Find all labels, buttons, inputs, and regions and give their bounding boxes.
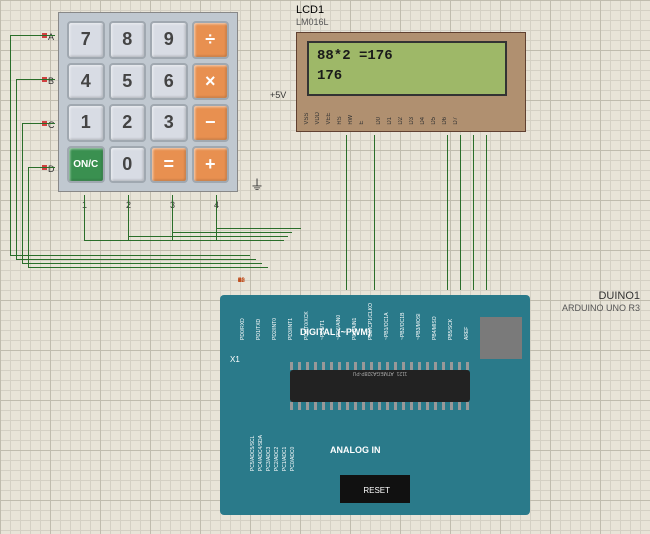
wire (447, 135, 448, 290)
plus5v-label: +5V (270, 90, 286, 100)
wire (172, 232, 292, 233)
key-8[interactable]: 8 (109, 21, 147, 59)
wire (28, 167, 29, 267)
wire (22, 123, 55, 124)
crystal-label: X1 (230, 355, 240, 364)
wire (16, 79, 17, 259)
keypad-row-c: C (48, 120, 55, 130)
wire (10, 35, 55, 36)
wire (486, 135, 487, 290)
reset-label: RESET (363, 486, 390, 495)
key-multiply[interactable]: × (192, 63, 230, 101)
wire (473, 135, 474, 290)
wire (172, 195, 173, 240)
key-5[interactable]: 5 (109, 63, 147, 101)
key-plus[interactable]: + (192, 146, 230, 184)
key-equals[interactable]: = (150, 146, 188, 184)
wire (10, 35, 11, 255)
key-on-clear[interactable]: ON/C (67, 146, 105, 184)
wire (84, 195, 85, 240)
wire (460, 135, 461, 290)
arduino-ref: DUINO1 (598, 290, 640, 302)
wire (216, 195, 217, 240)
lcd-line2: 176 (317, 67, 497, 87)
arduino-model: ARDUINO UNO R3 (562, 303, 640, 313)
atmega-chip: 1121 ATMEGA328P-PU (290, 370, 470, 402)
wire (28, 167, 55, 168)
key-4[interactable]: 4 (67, 63, 105, 101)
wire (22, 123, 23, 263)
key-0[interactable]: 0 (109, 146, 147, 184)
lcd-pin-labels: VSS VDD VEE RS RW E D0 D1 D2 D3 D4 D5 D6… (304, 112, 459, 125)
arduino-analog-label: ANALOG IN (330, 445, 381, 455)
keypad-row-a: A (48, 32, 54, 42)
wire (128, 195, 129, 240)
wire (28, 267, 268, 268)
lcd-display: 88*2 =176 176 (307, 41, 507, 96)
arduino-analog-pins: PC5/ADC5/SCL PC4/ADC4/SDA PC3/ADC3 PC2/A… (250, 435, 296, 471)
key-6[interactable]: 6 (150, 63, 188, 101)
wire (128, 236, 288, 237)
wire (84, 240, 284, 241)
wire (216, 228, 301, 229)
wire (346, 135, 347, 290)
keypad-4x4[interactable]: 7 8 9 ÷ 4 5 6 × 1 2 3 − ON/C 0 = + (58, 12, 238, 192)
key-7[interactable]: 7 (67, 21, 105, 59)
wire (374, 135, 375, 290)
arduino-board[interactable]: PD0/RXD PD1/TXD PD2/INT0 PD3/INT1 PD4/T0… (220, 295, 530, 515)
keypad-row-b: B (48, 76, 54, 86)
key-3[interactable]: 3 (150, 104, 188, 142)
lcd-line1: 88*2 =176 (317, 47, 497, 67)
crystal-oscillator (480, 317, 522, 359)
key-9[interactable]: 9 (150, 21, 188, 59)
wire (16, 259, 256, 260)
wire (16, 79, 55, 80)
key-divide[interactable]: ÷ (192, 21, 230, 59)
lcd-ref: LCD1 (296, 4, 324, 16)
wire (10, 255, 250, 256)
key-minus[interactable]: − (192, 104, 230, 142)
wire (22, 263, 262, 264)
ground-symbol: ⏚ (250, 175, 264, 195)
lcd-model: LM016L (296, 17, 329, 27)
keypad-row-d: D (48, 164, 55, 174)
key-1[interactable]: 1 (67, 104, 105, 142)
arduino-digital-label: DIGITAL (~PWM) (300, 327, 371, 337)
key-2[interactable]: 2 (109, 104, 147, 142)
